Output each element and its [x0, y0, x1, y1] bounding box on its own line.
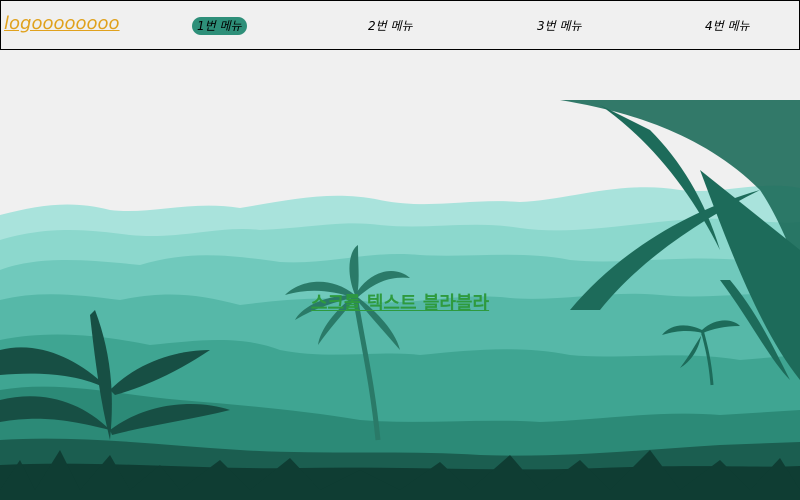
jungle-landscape-image	[0, 100, 800, 500]
top-header: logoooooooo 1번 메뉴 2번 메뉴 3번 메뉴 4번 메뉴	[0, 0, 800, 50]
logo-link[interactable]: logoooooooo	[4, 13, 120, 34]
nav-menu-4[interactable]: 4번 메뉴	[705, 17, 750, 35]
hero-scroll-text: 스크롤 텍스트 블라블라	[310, 293, 490, 314]
nav-menu-1[interactable]: 1번 메뉴	[192, 17, 247, 35]
hero-banner: 스크롤 텍스트 블라블라	[0, 50, 800, 500]
nav-menu-2[interactable]: 2번 메뉴	[368, 17, 413, 35]
nav-menu-3[interactable]: 3번 메뉴	[537, 17, 582, 35]
